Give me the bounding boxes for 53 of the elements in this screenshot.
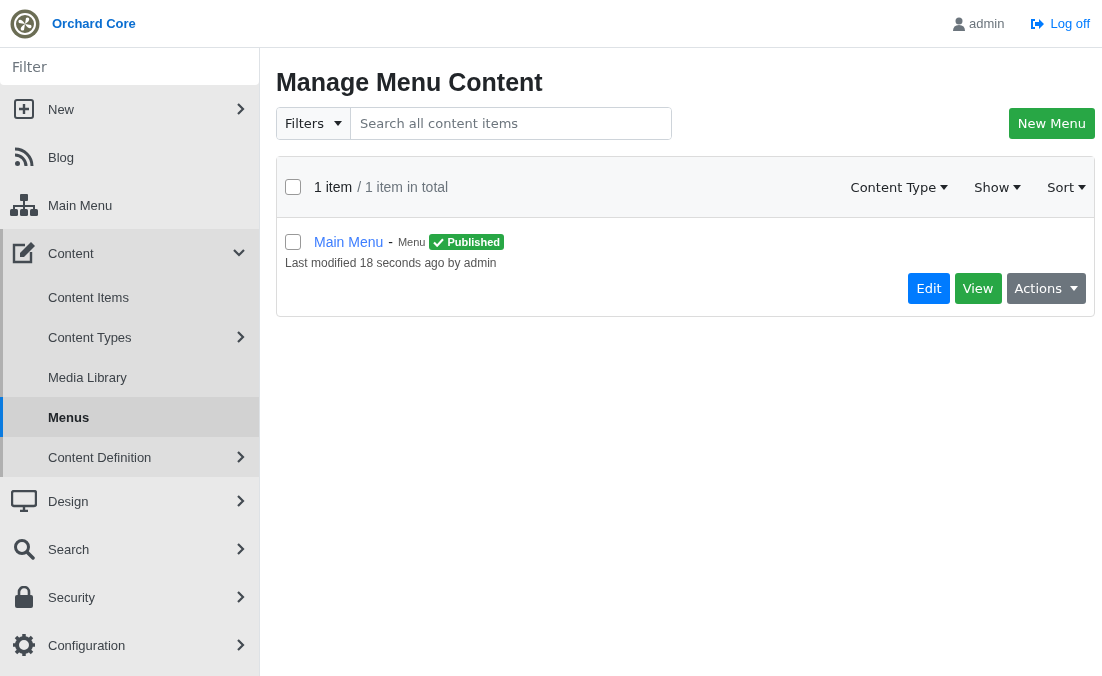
sidebar-item[interactable]: Content [3, 229, 259, 277]
chevron-right-icon [237, 331, 245, 343]
item-total: / 1 item in total [357, 179, 449, 195]
search-icon [13, 538, 35, 560]
sidebar-item[interactable]: Design [0, 477, 259, 525]
chevron-right-icon [237, 103, 245, 115]
rss-icon [14, 147, 34, 167]
chevron-right-icon [237, 451, 245, 463]
submenu-item[interactable]: Menus [0, 397, 259, 437]
submenu-item[interactable]: Content Items [3, 277, 259, 317]
action-button[interactable]: Edit [908, 273, 950, 304]
sitemap-icon [10, 194, 38, 216]
separator: - [388, 234, 393, 250]
filter-field[interactable]: Filter [0, 48, 259, 85]
search-bar[interactable]: Filters Search all content items [276, 107, 672, 140]
sidebar-item[interactable]: Search [0, 525, 259, 573]
plus-square-icon [14, 99, 34, 119]
lock-icon [14, 586, 34, 608]
dropdown-button[interactable]: Content Type [850, 179, 949, 195]
submenu-item[interactable]: Media Library [3, 357, 259, 397]
filters-button[interactable]: Filters [277, 108, 351, 139]
actions-dropdown-button[interactable]: Actions [1006, 273, 1086, 304]
chevron-right-icon [237, 543, 245, 555]
sidebar-item[interactable]: New [0, 85, 259, 133]
item-title-link[interactable]: Main Menu [314, 234, 384, 250]
logo-icon [10, 8, 40, 39]
item-count: 1 item [314, 179, 353, 195]
dropdown-button[interactable]: Show [974, 179, 1022, 195]
log-off-link[interactable]: Log off [1030, 16, 1090, 31]
chevron-right-icon [237, 591, 245, 603]
settings-icon [13, 634, 35, 656]
sidebar-item[interactable]: Main Menu [0, 181, 259, 229]
row-checkbox[interactable] [285, 234, 301, 250]
user-name[interactable]: admin [969, 16, 1005, 31]
log-off-icon [1030, 17, 1045, 30]
published-badge: Published [429, 234, 505, 250]
sidebar-item[interactable]: Configuration [0, 621, 259, 669]
edit-icon [12, 242, 36, 264]
submenu-item[interactable]: Content Definition [3, 437, 259, 477]
sidebar-item[interactable]: Security [0, 573, 259, 621]
brand-name[interactable]: Orchard Core [52, 16, 136, 31]
user-icon [953, 16, 966, 31]
submenu-item[interactable]: Content Types [3, 317, 259, 357]
dropdown-button[interactable]: Sort [1047, 179, 1086, 195]
monitor-icon [11, 490, 37, 512]
page-title: Manage Menu Content [276, 68, 544, 97]
chevron-down-icon [233, 249, 245, 257]
chevron-right-icon [237, 639, 245, 651]
content-type-label: Menu [397, 236, 426, 248]
select-all-checkbox[interactable] [285, 179, 301, 195]
chevron-right-icon [237, 495, 245, 507]
modified-info: Last modified 18 seconds ago by admin [285, 256, 498, 270]
sidebar-item[interactable]: Blog [0, 133, 259, 181]
